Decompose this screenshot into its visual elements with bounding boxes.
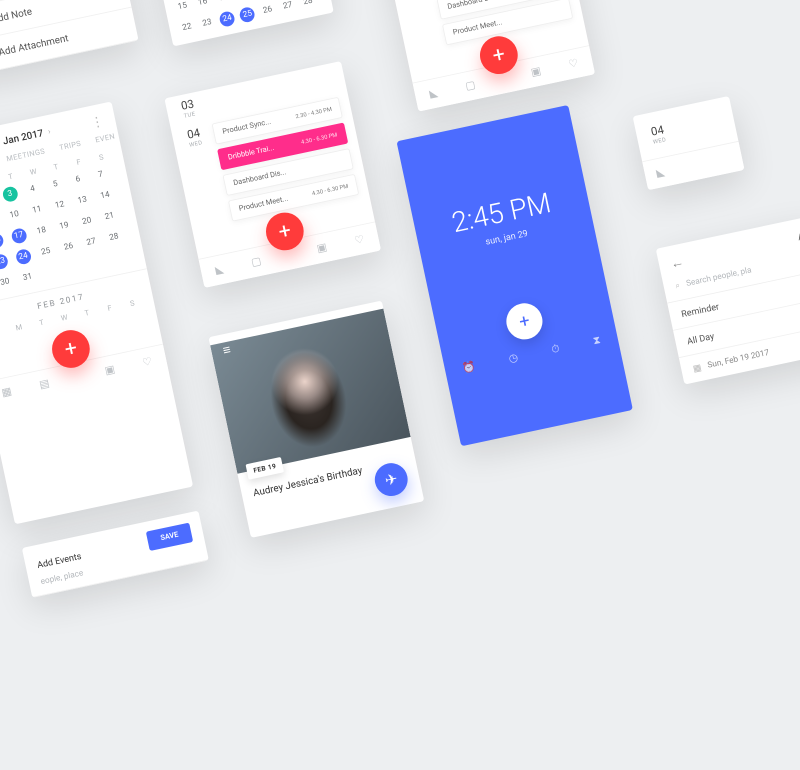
grid-nav-icon[interactable]: ▤	[38, 377, 50, 391]
bookmark-nav-icon[interactable]: ◣	[655, 166, 666, 180]
calendar-popup-card: ≡ Jan 2017 ⌃ ⋮ SMTWTFS 1234567 891011121…	[146, 0, 334, 46]
tab-events[interactable]: EVEN	[95, 133, 116, 145]
timeline-card-2: 03TUE 04WED Product Sync...2.30 - 4.30 P…	[164, 61, 381, 288]
more-icon[interactable]: ⋮	[89, 112, 105, 130]
timer-nav-icon[interactable]: ⏱	[550, 343, 561, 357]
apps-nav-icon[interactable]: ▣	[316, 241, 328, 255]
stopwatch-nav-icon[interactable]: ⧗	[592, 334, 602, 348]
bookmark-nav-icon[interactable]: ◣	[214, 263, 225, 277]
search-form-card: ← Ad ⌕ Search people, pla Reminder ▾ All…	[656, 215, 800, 385]
add-events-card: Add Events SAVE eople, place	[22, 511, 209, 598]
calendar-main-card: ≡ ‹ Jan 2017 › ⋮ BIRTHDAY MEETINGS TRIPS…	[0, 101, 193, 524]
chevron-right-icon[interactable]: ›	[47, 127, 51, 136]
calendar-nav-icon[interactable]: ▢	[250, 255, 262, 269]
form-title: Add Events	[36, 550, 82, 570]
event-options-card: 👥 Invite Peoples ◑ Choose Color ◆ Add No…	[0, 0, 139, 76]
calendar-small-icon: ▦	[692, 362, 703, 374]
back-icon[interactable]: ←	[669, 254, 685, 273]
calendar-nav-icon[interactable]: ▢	[464, 79, 476, 93]
apps-nav-icon[interactable]: ▣	[104, 363, 116, 377]
date-grid[interactable]: 1234567 891011121314 15161718192021 2223…	[165, 0, 323, 36]
profile-card: ≡ FEB 19 Audrey Jessica's Birthday ✈	[208, 301, 424, 538]
option-label: Add Attachment	[0, 32, 69, 58]
clock-nav-icon[interactable]: ◷	[508, 351, 520, 365]
alarm-nav-icon[interactable]: ⏰	[461, 361, 477, 376]
selected-day: 3	[1, 186, 19, 204]
timeline-card: 02MON a Birthday New Year's Day 03TUE Br…	[366, 0, 595, 112]
tab-meetings[interactable]: MEETINGS	[6, 148, 46, 164]
apps-nav-icon[interactable]: ▣	[530, 65, 542, 79]
heart-nav-icon[interactable]: ♡	[354, 233, 366, 247]
heart-nav-icon[interactable]: ♡	[141, 355, 153, 369]
heart-nav-icon[interactable]: ♡	[568, 57, 580, 71]
tab-trips[interactable]: TRIPS	[59, 140, 82, 153]
clock-card: 2:45 PM sun, jan 29 + ⏰ ◷ ⏱ ⧗	[396, 105, 632, 446]
calendar-nav-icon[interactable]: ▦	[1, 385, 13, 399]
bookmark-nav-icon[interactable]: ◣	[428, 87, 439, 101]
option-label: Add Note	[0, 5, 33, 25]
search-icon: ⌕	[674, 281, 680, 291]
timeline-fragment: 04WED ◣	[633, 96, 745, 190]
